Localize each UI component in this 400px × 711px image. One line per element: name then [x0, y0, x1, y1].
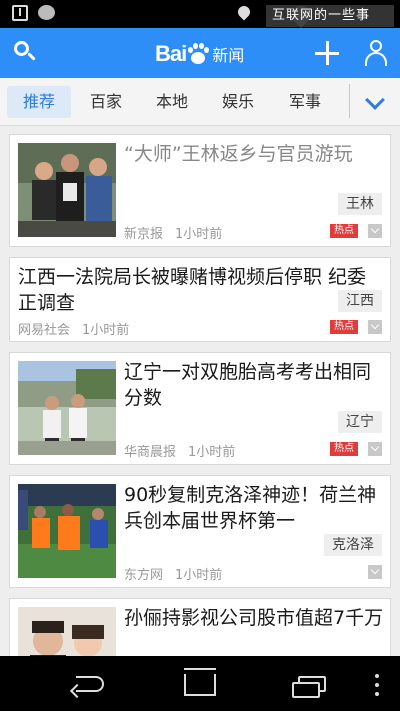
tab-entertainment[interactable]: 娱乐: [209, 86, 267, 118]
news-tag[interactable]: 辽宁: [338, 411, 382, 433]
add-icon[interactable]: [314, 40, 340, 66]
tab-baijia[interactable]: 百家: [77, 86, 135, 118]
news-card[interactable]: 江西一法院局长被曝赌博视频后停职 纪委正调查 江西 网易社会 1小时前 热点: [9, 257, 391, 342]
hot-badge: 热点: [330, 442, 358, 456]
download-icon: [12, 5, 28, 21]
news-title[interactable]: 90秒复制克洛泽神迹！荷兰神兵创本届世界杯第一: [124, 482, 386, 534]
cat-icon: [38, 5, 55, 20]
news-tag[interactable]: 王林: [338, 193, 382, 215]
category-tabs: 推荐 百家 本地 娱乐 军事: [0, 78, 400, 126]
search-icon[interactable]: [10, 38, 40, 68]
news-thumbnail: [18, 143, 116, 237]
news-card[interactable]: “大师”王林返乡与官员游玩 王林 新京报 1小时前 热点: [9, 134, 391, 247]
tab-recommended[interactable]: 推荐: [7, 86, 71, 118]
paw-icon: [187, 43, 210, 65]
dismiss-icon[interactable]: [368, 565, 382, 579]
dismiss-icon[interactable]: [368, 320, 382, 334]
location-icon: [235, 3, 253, 21]
news-meta: 网易社会 1小时前: [18, 319, 129, 338]
system-nav-bar: [0, 656, 400, 711]
news-time: 1小时前: [82, 323, 130, 338]
logo-news-text: 新闻: [212, 46, 245, 65]
dismiss-icon[interactable]: [368, 442, 382, 456]
news-meta: 东方网 1小时前: [124, 564, 222, 583]
news-source: 新京报: [124, 227, 164, 242]
user-icon[interactable]: [362, 38, 390, 68]
news-source: 网易社会: [18, 323, 71, 338]
app-header: Bai 新闻: [0, 28, 400, 78]
news-thumbnail: [18, 484, 116, 578]
menu-icon[interactable]: [374, 674, 380, 698]
dismiss-icon[interactable]: [368, 224, 382, 238]
hot-badge: 热点: [330, 320, 358, 334]
news-time: 1小时前: [175, 227, 223, 242]
chevron-down-icon[interactable]: [362, 90, 388, 114]
tab-military[interactable]: 军事: [276, 86, 334, 118]
news-thumbnail: [18, 361, 116, 455]
news-tag[interactable]: 克洛泽: [324, 534, 382, 556]
logo-text: Bai: [155, 41, 187, 66]
tab-local[interactable]: 本地: [143, 86, 201, 118]
news-time: 1小时前: [175, 568, 223, 583]
news-title[interactable]: 孙俪持影视公司股市值超7千万: [124, 605, 386, 631]
back-icon[interactable]: [69, 676, 106, 699]
news-title[interactable]: 江西一法院局长被曝赌博视频后停职 纪委正调查: [18, 264, 384, 316]
news-time: 1小时前: [188, 445, 236, 460]
news-title[interactable]: 辽宁一对双胞胎高考考出相同分数: [124, 359, 386, 411]
status-bar: 互联网的一些事: [0, 0, 400, 28]
news-title[interactable]: “大师”王林返乡与官员游玩: [124, 141, 384, 167]
news-tag[interactable]: 江西: [338, 290, 382, 312]
news-card[interactable]: 90秒复制克洛泽神迹！荷兰神兵创本届世界杯第一 克洛泽 东方网 1小时前: [9, 475, 391, 588]
status-marquee: 互联网的一些事: [266, 5, 394, 27]
recent-apps-icon[interactable]: [292, 676, 328, 698]
news-meta: 华商晨报 1小时前: [124, 441, 235, 460]
hot-badge: 热点: [330, 224, 358, 238]
news-meta: 新京报 1小时前: [124, 223, 222, 242]
news-source: 华商晨报: [124, 445, 177, 460]
home-icon[interactable]: [180, 674, 220, 696]
tabs-divider: [349, 84, 350, 118]
baidu-news-logo: Bai 新闻: [155, 39, 244, 69]
news-source: 东方网: [124, 568, 164, 583]
news-card[interactable]: 辽宁一对双胞胎高考考出相同分数 辽宁 华商晨报 1小时前 热点: [9, 352, 391, 465]
